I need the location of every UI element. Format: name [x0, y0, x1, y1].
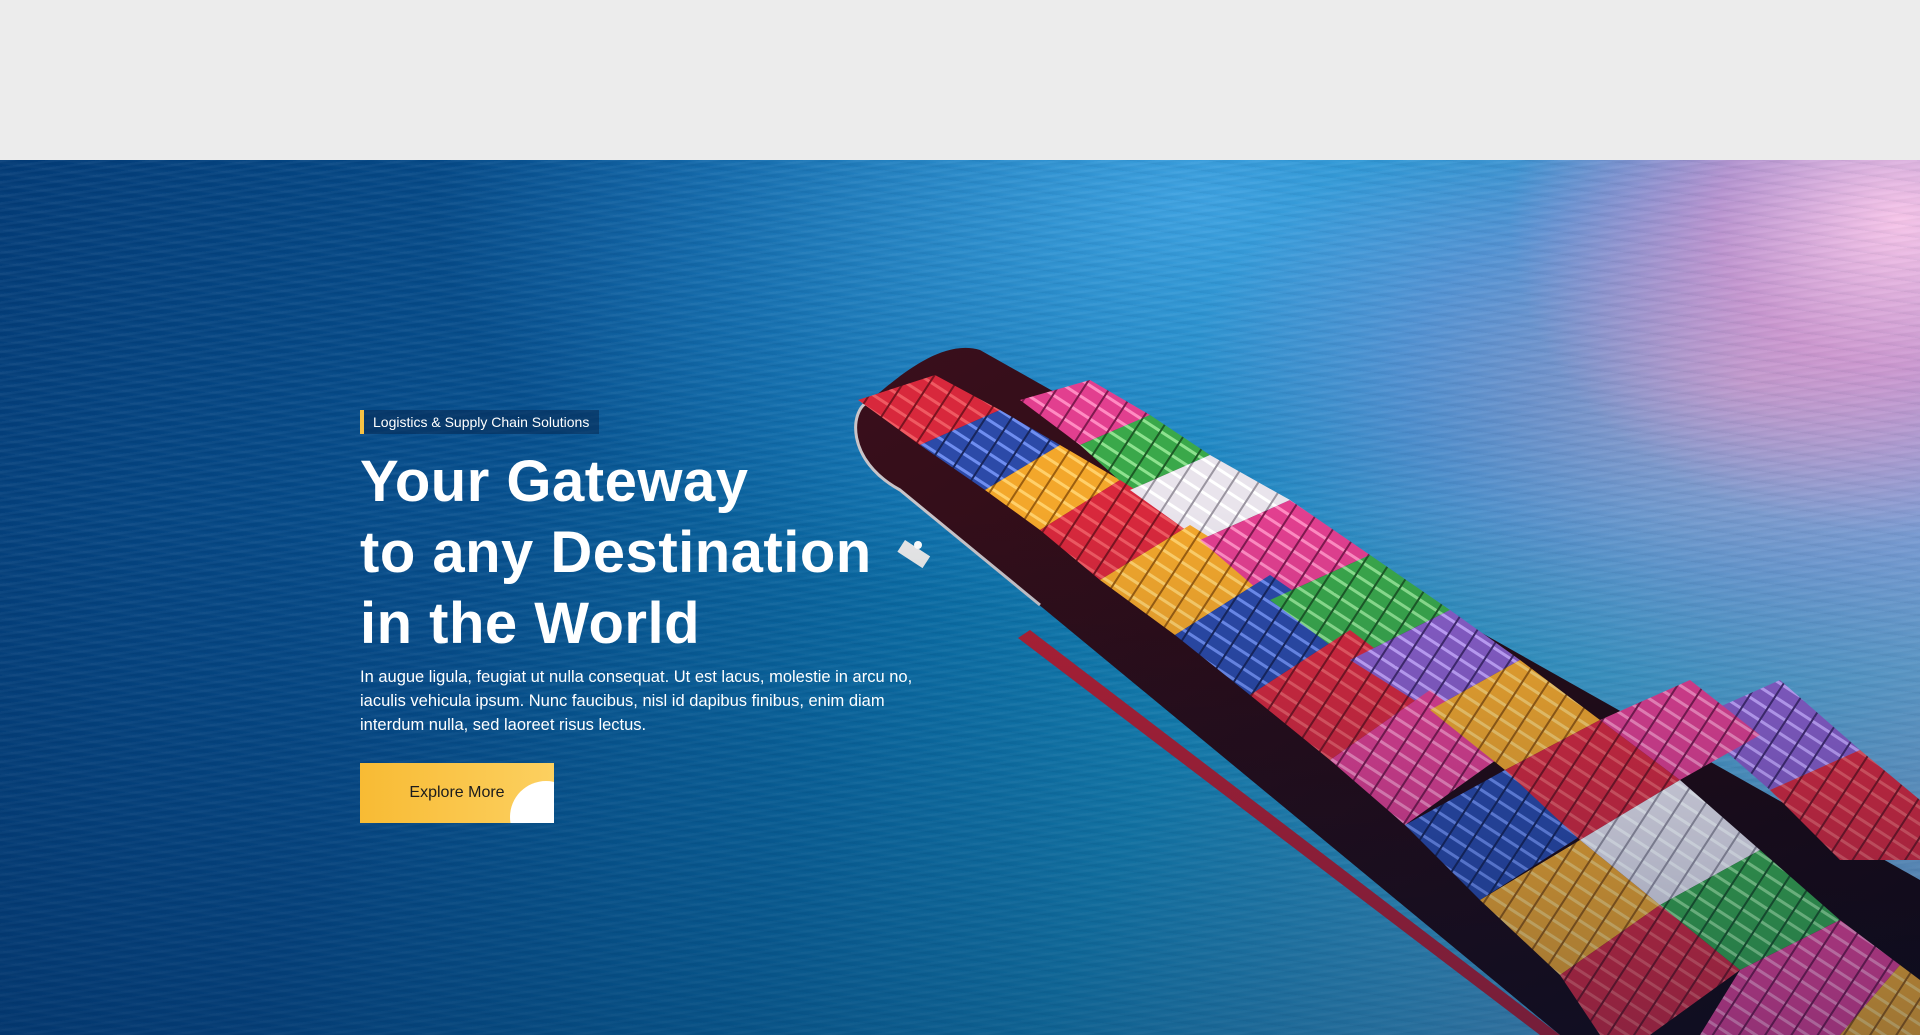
explore-more-button[interactable]: Explore More — [360, 763, 554, 823]
hero-description: In augue ligula, feugiat ut nulla conseq… — [360, 668, 913, 734]
tagline-accent-bar — [360, 410, 364, 434]
top-band — [0, 0, 1920, 160]
page: Logistics & Supply Chain Solutions Your … — [0, 0, 1920, 1035]
hero-content: Logistics & Supply Chain Solutions Your … — [360, 410, 940, 823]
tagline-text: Logistics & Supply Chain Solutions — [373, 414, 590, 430]
explore-more-label: Explore More — [409, 784, 505, 801]
hero-section: Logistics & Supply Chain Solutions Your … — [0, 160, 1920, 1035]
headline-line-3: in the World — [360, 591, 701, 656]
hero-tagline: Logistics & Supply Chain Solutions — [360, 410, 600, 434]
headline-line-2: to any Destination — [360, 520, 872, 585]
headline-line-1: Your Gateway — [360, 449, 749, 514]
hero-headline: Your Gateway to any Destination in the W… — [360, 446, 940, 659]
hero-shade — [0, 160, 1920, 1035]
